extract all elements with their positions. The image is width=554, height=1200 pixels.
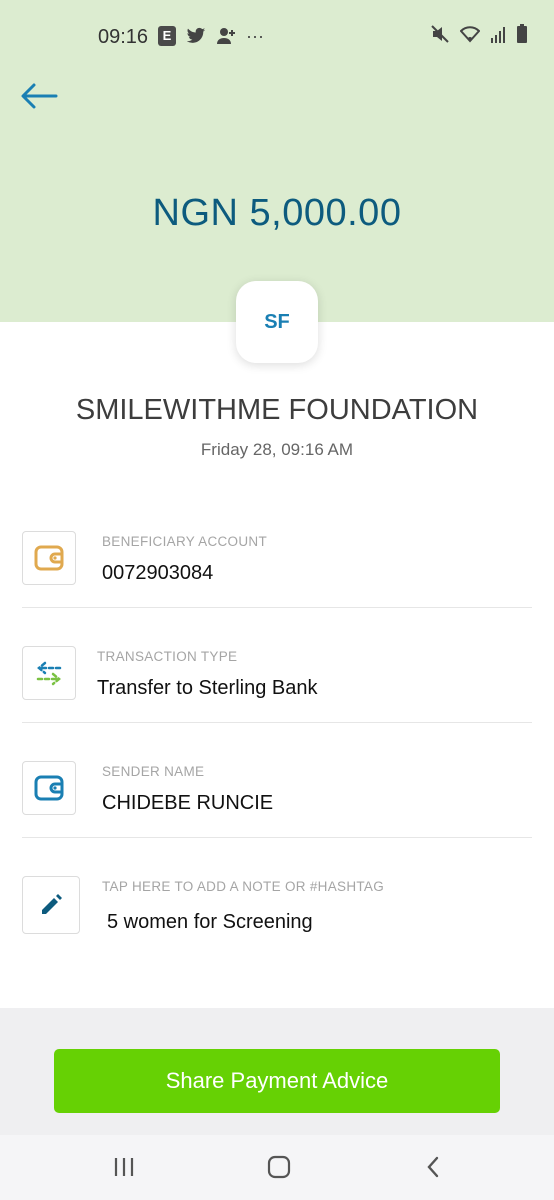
more-notifications-icon: ···: [246, 26, 264, 46]
transaction-type-icon-box: [22, 646, 76, 700]
e-app-icon: E: [158, 26, 176, 46]
system-nav-bar: [0, 1135, 554, 1200]
beneficiary-icon-box: [22, 531, 76, 585]
mute-icon: [431, 25, 449, 43]
note-value[interactable]: 5 women for Screening: [107, 911, 313, 934]
battery-icon: [517, 24, 527, 43]
beneficiary-account-value: 0072903084: [102, 562, 214, 584]
avatar-initials: SF: [264, 310, 290, 333]
system-icons: [430, 24, 528, 44]
merchant-name: SMILEWITHME FOUNDATION: [75, 394, 479, 426]
home-icon: [267, 1155, 291, 1179]
note-icon-box: [22, 876, 80, 934]
wallet-icon: [34, 775, 64, 801]
beneficiary-account-row: BENEFICIARY ACCOUNT 0072903084: [0, 493, 554, 608]
transaction-type-row: TRANSACTION TYPE Transfer to Sterling Ba…: [0, 608, 554, 723]
back-arrow-icon: [21, 83, 58, 109]
status-time: 09:16: [98, 26, 149, 48]
action-footer: Share Payment Advice: [0, 1008, 554, 1135]
wallet-icon: [34, 545, 64, 571]
back-button[interactable]: [18, 78, 60, 114]
chevron-left-icon: [427, 1156, 439, 1178]
beneficiary-account-label: BENEFICIARY ACCOUNT: [102, 534, 267, 549]
signal-icon: [491, 27, 505, 43]
recent-apps-button[interactable]: [104, 1151, 144, 1183]
transfer-arrows-icon: [36, 661, 62, 686]
recent-apps-icon: [114, 1158, 134, 1176]
sender-icon-box: [22, 761, 76, 815]
merchant-avatar: SF: [236, 281, 318, 363]
transaction-date: Friday 28, 09:16 AM: [200, 440, 354, 459]
sender-name-row: SENDER NAME CHIDEBE RUNCIE: [0, 723, 554, 838]
wifi-icon: [460, 26, 480, 43]
home-button[interactable]: [259, 1151, 299, 1183]
sender-name-label: SENDER NAME: [102, 764, 205, 779]
system-back-button[interactable]: [413, 1151, 453, 1183]
twitter-icon: [186, 27, 206, 43]
add-note-row[interactable]: TAP HERE TO ADD A NOTE OR #HASHTAG 5 wom…: [0, 838, 554, 988]
sender-name-value: CHIDEBE RUNCIE: [102, 792, 274, 814]
status-bar: 09:16 E ···: [0, 0, 554, 76]
share-payment-advice-button[interactable]: Share Payment Advice: [54, 1049, 500, 1113]
transaction-type-value: Transfer to Sterling Bank: [97, 677, 318, 699]
notification-icons: E ···: [158, 26, 264, 46]
transaction-type-label: TRANSACTION TYPE: [97, 649, 238, 664]
add-contact-icon: [217, 28, 235, 44]
transaction-amount: NGN 5,000.00: [152, 192, 402, 234]
note-label: TAP HERE TO ADD A NOTE OR #HASHTAG: [102, 879, 385, 894]
pencil-icon: [42, 894, 62, 914]
